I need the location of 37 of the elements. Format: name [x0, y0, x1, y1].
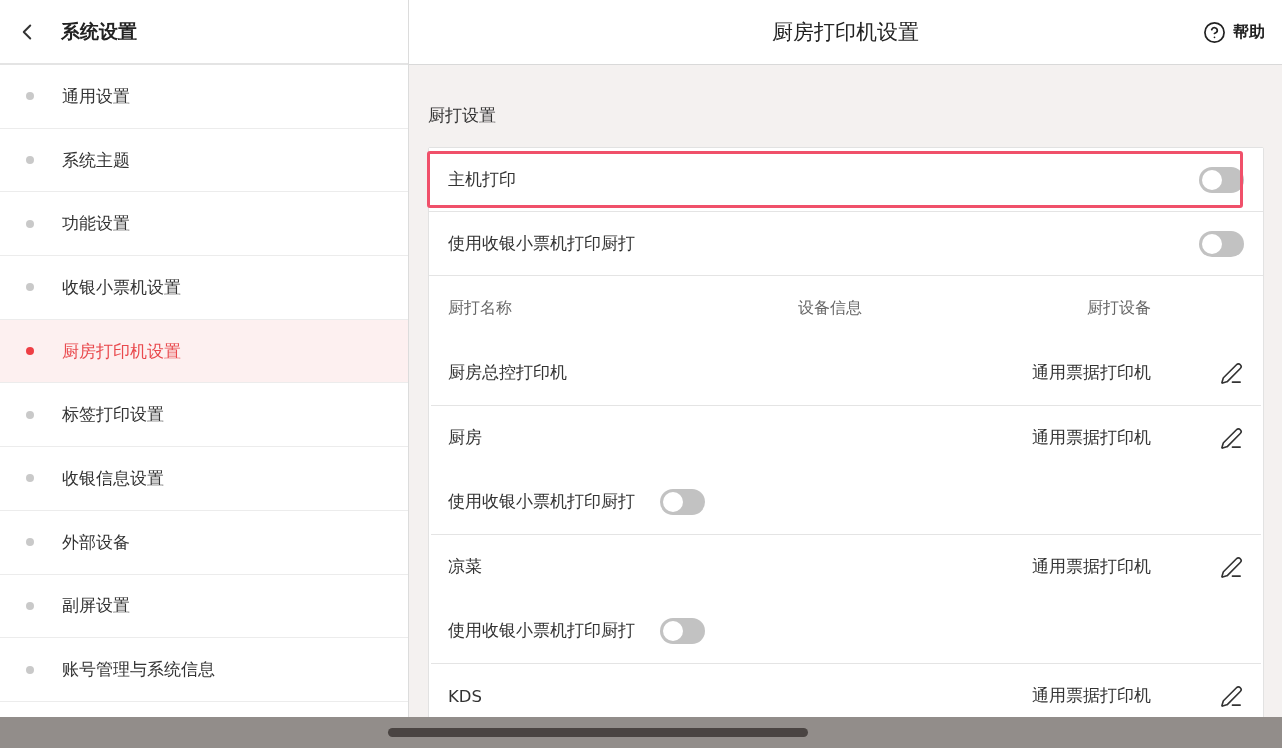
table-cell: 厨房 — [448, 427, 482, 449]
column-header: 厨打名称 — [448, 298, 512, 319]
pencil-icon[interactable] — [1220, 684, 1243, 708]
table-cell: 凉菜 — [448, 556, 482, 578]
dot-icon — [26, 219, 34, 228]
dot-icon — [26, 538, 34, 547]
dot-icon — [26, 283, 34, 292]
dot-icon — [26, 347, 34, 356]
dot-icon — [26, 156, 34, 165]
help-button[interactable]: 帮助 — [1203, 20, 1265, 44]
sidebar-title: 系统设置 — [61, 18, 137, 44]
toggle-switch[interactable] — [660, 618, 705, 644]
option-label: 使用收银小票机打印厨打 — [448, 620, 635, 642]
setting-label: 主机打印 — [448, 168, 516, 191]
toggle-switch[interactable] — [660, 489, 705, 515]
pencil-icon[interactable] — [1220, 361, 1243, 385]
dot-icon — [26, 92, 34, 101]
column-header: 厨打设备 — [1087, 298, 1151, 319]
dot-icon — [26, 665, 34, 674]
section-title: 厨打设置 — [428, 104, 497, 127]
pencil-icon[interactable] — [1220, 555, 1243, 579]
table-cell: 通用票据打印机 — [1032, 427, 1151, 449]
table-cell: 通用票据打印机 — [1032, 556, 1151, 578]
dot-icon — [26, 601, 34, 610]
table-cell: 通用票据打印机 — [1032, 362, 1151, 384]
setting-label: 使用收银小票机打印厨打 — [448, 232, 635, 255]
dot-icon — [26, 410, 34, 419]
table-cell: 厨房总控打印机 — [448, 362, 567, 384]
option-label: 使用收银小票机打印厨打 — [448, 491, 635, 513]
pencil-icon[interactable] — [1220, 426, 1243, 450]
column-header: 设备信息 — [798, 298, 862, 319]
toggle-switch[interactable] — [1199, 230, 1244, 257]
page-title: 厨房打印机设置 — [772, 19, 919, 46]
dot-icon — [26, 474, 34, 483]
help-icon — [1203, 20, 1226, 44]
table-cell: KDS — [448, 686, 482, 706]
table-cell: 通用票据打印机 — [1032, 685, 1151, 707]
